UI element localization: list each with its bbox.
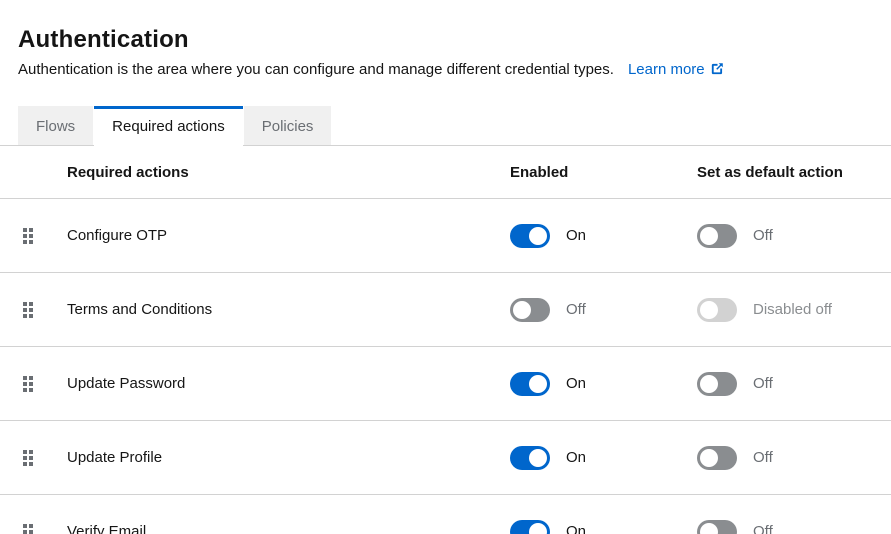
tab-policies-label: Policies <box>262 118 314 135</box>
default-action-cell: Off <box>697 446 891 470</box>
table-header-row: Required actions Enabled Set as default … <box>0 146 891 199</box>
enabled-toggle-label: On <box>566 523 586 534</box>
enabled-cell: On <box>510 372 697 396</box>
default-action-cell: Off <box>697 224 891 248</box>
drag-handle[interactable] <box>22 448 38 468</box>
action-name: Update Password <box>67 375 510 392</box>
tab-flows-label: Flows <box>36 118 75 135</box>
grip-vertical-icon <box>22 375 34 393</box>
drag-handle[interactable] <box>22 522 38 534</box>
page-description: Authentication is the area where you can… <box>18 61 614 78</box>
learn-more-label: Learn more <box>628 61 705 78</box>
default-action-cell: Disabled off <box>697 298 891 322</box>
tab-required-actions-label: Required actions <box>112 118 225 135</box>
drag-handle[interactable] <box>22 300 38 320</box>
default-action-toggle-label: Disabled off <box>753 301 832 318</box>
toggle-knob <box>700 523 718 534</box>
default-action-toggle[interactable] <box>697 224 737 248</box>
grip-vertical-icon <box>22 301 34 319</box>
enabled-cell: On <box>510 520 697 534</box>
table-row: Update Password On Off <box>0 347 891 421</box>
column-header-default-action: Set as default action <box>697 164 891 181</box>
default-action-cell: Off <box>697 520 891 534</box>
page-description-line: Authentication is the area where you can… <box>18 62 873 80</box>
enabled-cell: Off <box>510 298 697 322</box>
external-link-icon <box>710 62 724 80</box>
toggle-knob <box>513 301 531 319</box>
enabled-toggle[interactable] <box>510 446 550 470</box>
tab-required-actions[interactable]: Required actions <box>94 106 243 146</box>
drag-handle[interactable] <box>22 374 38 394</box>
page-title: Authentication <box>18 27 873 53</box>
toggle-knob <box>700 227 718 245</box>
default-action-cell: Off <box>697 372 891 396</box>
learn-more-link[interactable]: Learn more <box>628 61 724 78</box>
default-action-toggle-label: Off <box>753 375 773 392</box>
page-header: Authentication Authentication is the are… <box>0 0 891 80</box>
table-row: Update Profile On Off <box>0 421 891 495</box>
action-name: Terms and Conditions <box>67 301 510 318</box>
enabled-cell: On <box>510 446 697 470</box>
toggle-knob <box>700 301 718 319</box>
enabled-toggle-label: On <box>566 227 586 244</box>
enabled-toggle[interactable] <box>510 520 550 534</box>
grip-vertical-icon <box>22 227 34 245</box>
default-action-toggle-label: Off <box>753 227 773 244</box>
table-row: Terms and Conditions Off Disabled off <box>0 273 891 347</box>
toggle-knob <box>700 449 718 467</box>
toggle-knob <box>700 375 718 393</box>
toggle-knob <box>529 375 547 393</box>
tab-flows[interactable]: Flows <box>18 106 93 146</box>
toggle-knob <box>529 227 547 245</box>
default-action-toggle-label: Off <box>753 449 773 466</box>
default-action-toggle[interactable] <box>697 446 737 470</box>
tab-bar: Flows Required actions Policies <box>0 106 891 146</box>
toggle-knob <box>529 523 547 534</box>
default-action-toggle <box>697 298 737 322</box>
action-name: Update Profile <box>67 449 510 466</box>
default-action-toggle-label: Off <box>753 523 773 534</box>
default-action-toggle[interactable] <box>697 372 737 396</box>
enabled-toggle-label: On <box>566 449 586 466</box>
column-header-required-actions: Required actions <box>67 164 510 181</box>
enabled-toggle[interactable] <box>510 372 550 396</box>
action-name: Verify Email <box>67 523 510 534</box>
enabled-toggle-label: On <box>566 375 586 392</box>
table-row: Verify Email On Off <box>0 495 891 534</box>
enabled-cell: On <box>510 224 697 248</box>
tab-policies[interactable]: Policies <box>244 106 332 146</box>
table-row: Configure OTP On Off <box>0 199 891 273</box>
drag-handle[interactable] <box>22 226 38 246</box>
default-action-toggle[interactable] <box>697 520 737 534</box>
column-header-enabled: Enabled <box>510 164 697 181</box>
grip-vertical-icon <box>22 449 34 467</box>
toggle-knob <box>529 449 547 467</box>
grip-vertical-icon <box>22 523 34 534</box>
enabled-toggle-label: Off <box>566 301 586 318</box>
enabled-toggle[interactable] <box>510 224 550 248</box>
enabled-toggle[interactable] <box>510 298 550 322</box>
action-name: Configure OTP <box>67 227 510 244</box>
required-actions-table: Required actions Enabled Set as default … <box>0 146 891 534</box>
